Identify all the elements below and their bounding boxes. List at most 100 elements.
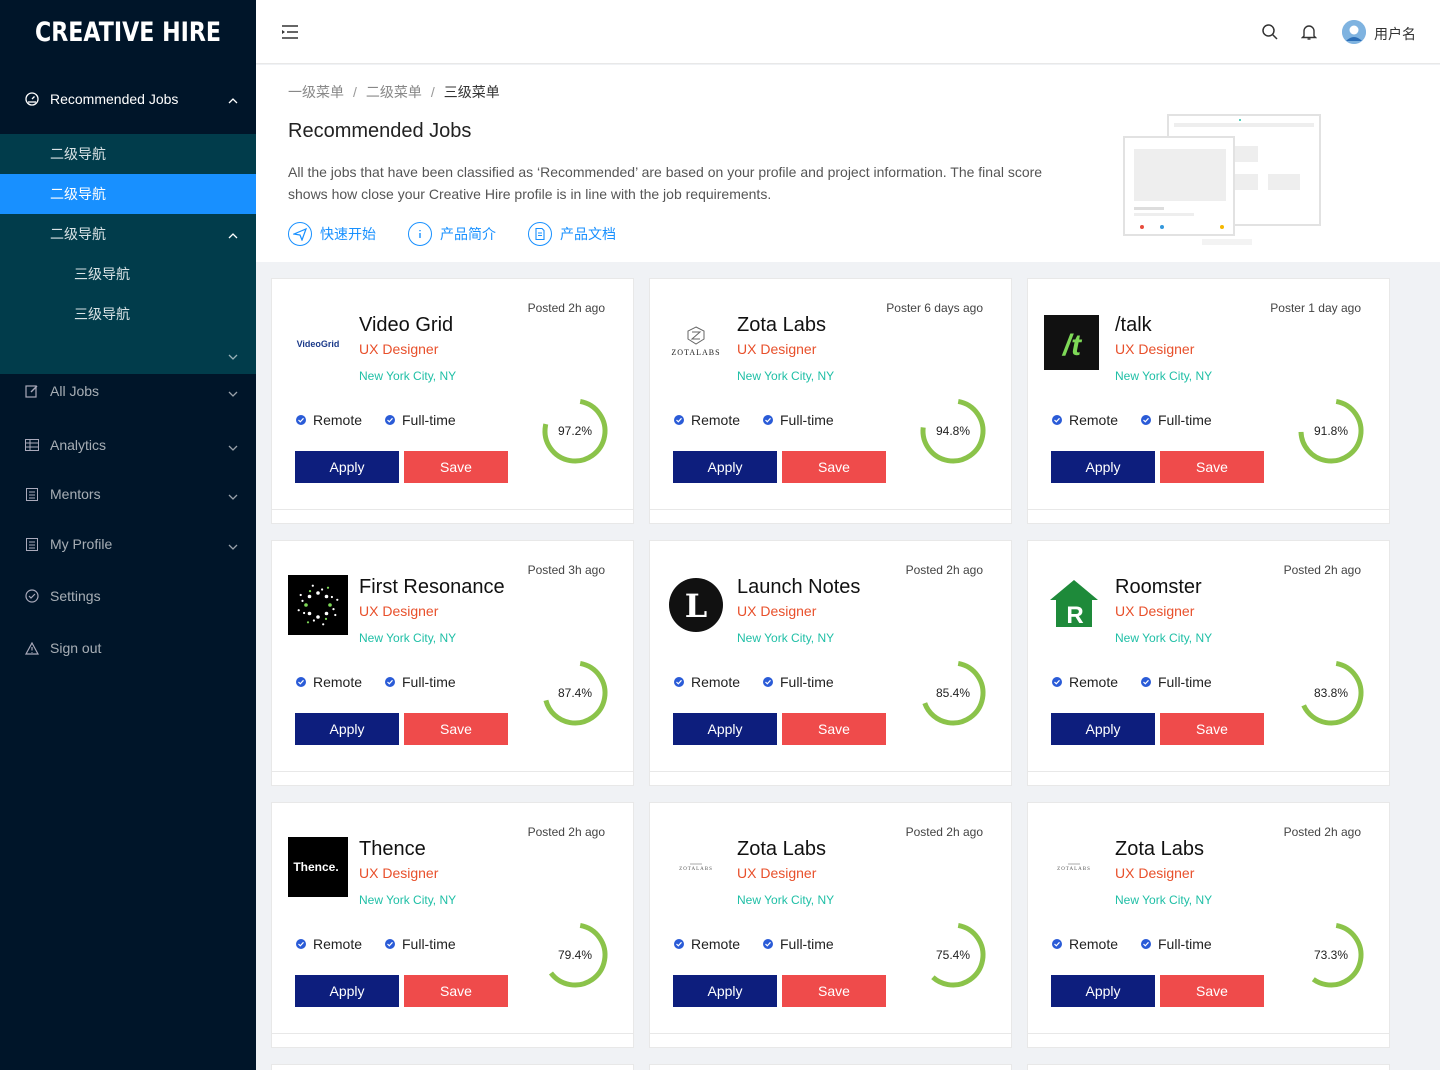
check-badge-icon: [763, 939, 773, 949]
sidebar-expand-more[interactable]: [0, 334, 256, 374]
card-footer: [272, 1033, 633, 1047]
company-name[interactable]: Zota Labs: [1115, 838, 1204, 861]
save-button[interactable]: Save: [782, 713, 886, 745]
remote-label: Remote: [313, 412, 363, 428]
apply-button[interactable]: Apply: [673, 451, 777, 483]
job-card[interactable]: Posted 3h ago First Resonance UX Designe…: [271, 540, 634, 786]
save-button[interactable]: Save: [1160, 975, 1264, 1007]
company-name[interactable]: Launch Notes: [737, 576, 860, 599]
job-card[interactable]: Poster 6 days ago ZOTALABS Zota Labs UX …: [649, 278, 1012, 524]
sidebar-third-level-item[interactable]: 三级导航: [0, 294, 256, 334]
fulltime-label: Full-time: [780, 674, 834, 690]
job-card[interactable]: Posted 2h ago L Launch Notes UX Designer…: [649, 540, 1012, 786]
quick-link-label: 产品文档: [560, 226, 616, 242]
sidebar-item-label: Settings: [50, 588, 101, 604]
sidebar-item-all-jobs[interactable]: All Jobs: [0, 371, 256, 411]
remote-label: Remote: [691, 412, 741, 428]
sidebar-item-mentors[interactable]: Mentors: [0, 474, 256, 514]
company-name[interactable]: Zota Labs: [737, 838, 826, 861]
company-logo: VideoGrid: [288, 313, 348, 373]
apply-button[interactable]: Apply: [673, 713, 777, 745]
apply-button[interactable]: Apply: [1051, 713, 1155, 745]
svg-text:R: R: [1066, 602, 1083, 629]
chevron-down-icon: [228, 538, 238, 554]
apply-button[interactable]: Apply: [295, 713, 399, 745]
fulltime-label: Full-time: [402, 936, 456, 952]
job-card[interactable]: Posted 2h ago ZOTALABS Zota Labs UX Desi…: [1027, 802, 1390, 1048]
company-name[interactable]: First Resonance: [359, 576, 505, 599]
save-button[interactable]: Save: [404, 713, 508, 745]
remote-label: Remote: [1069, 412, 1119, 428]
job-location: New York City, NY: [359, 369, 457, 383]
product-docs-link[interactable]: 产品文档: [528, 222, 616, 246]
company-name[interactable]: Thence: [359, 838, 426, 861]
sidebar-subitem[interactable]: 二级导航: [0, 134, 256, 174]
job-location: New York City, NY: [737, 631, 835, 645]
company-logo: [288, 575, 348, 635]
match-score: 97.2%: [557, 424, 593, 438]
sidebar-item-analytics[interactable]: Analytics: [0, 425, 256, 465]
posted-time: Posted 2h ago: [527, 825, 605, 839]
sidebar-subitem-expandable[interactable]: 二级导航: [0, 214, 256, 254]
sidebar-item-sign-out[interactable]: Sign out: [0, 628, 256, 668]
check-badge-icon: [674, 939, 684, 949]
remote-tag: Remote: [1052, 936, 1118, 952]
quick-link-label: 产品简介: [440, 226, 496, 242]
company-name[interactable]: Roomster: [1115, 576, 1202, 599]
posted-time: Posted 2h ago: [905, 825, 983, 839]
bell-icon[interactable]: [1300, 23, 1318, 46]
job-card[interactable]: Poster 1 day ago /t /talk UX Designer Ne…: [1027, 278, 1390, 524]
info-icon: [408, 222, 432, 246]
apply-button[interactable]: Apply: [295, 975, 399, 1007]
product-intro-link[interactable]: 产品简介: [408, 222, 496, 246]
save-button[interactable]: Save: [782, 451, 886, 483]
check-badge-icon: [674, 677, 684, 687]
company-logo: ZOTALABS: [1044, 837, 1104, 897]
match-score: 75.4%: [935, 948, 971, 962]
breadcrumb-item[interactable]: 一级菜单: [288, 84, 344, 100]
svg-text:/t: /t: [1061, 329, 1083, 362]
check-badge-icon: [1141, 677, 1151, 687]
apply-button[interactable]: Apply: [1051, 451, 1155, 483]
company-name[interactable]: /talk: [1115, 314, 1152, 337]
sidebar-item-settings[interactable]: Settings: [0, 576, 256, 616]
save-button[interactable]: Save: [782, 975, 886, 1007]
job-card[interactable]: Posted 2h ago VideoGrid Video Grid UX De…: [271, 278, 634, 524]
card-footer: [1028, 771, 1389, 785]
menu-fold-icon[interactable]: [280, 22, 300, 42]
search-icon[interactable]: [1261, 23, 1279, 46]
username[interactable]: 用户名: [1374, 24, 1416, 44]
apply-button[interactable]: Apply: [673, 975, 777, 1007]
remote-label: Remote: [691, 936, 741, 952]
warning-icon: [24, 640, 40, 656]
svg-text:ZOTALABS: ZOTALABS: [679, 867, 713, 872]
company-name[interactable]: Zota Labs: [737, 314, 826, 337]
sidebar-subitem-label: 三级导航: [74, 306, 130, 322]
sidebar-item-my-profile[interactable]: My Profile: [0, 524, 256, 564]
sidebar-subitem-active[interactable]: 二级导航: [0, 174, 256, 214]
job-card[interactable]: Posted 2h ago Thence. Thence UX Designer…: [271, 802, 634, 1048]
job-card-partial: [271, 1064, 634, 1070]
avatar[interactable]: [1342, 20, 1366, 44]
apply-button[interactable]: Apply: [295, 451, 399, 483]
save-button[interactable]: Save: [404, 451, 508, 483]
send-icon: [288, 222, 312, 246]
company-name[interactable]: Video Grid: [359, 314, 453, 337]
save-button[interactable]: Save: [1160, 713, 1264, 745]
breadcrumb-item[interactable]: 二级菜单: [366, 84, 422, 100]
page-description: All the jobs that have been classified a…: [288, 164, 1043, 202]
job-card[interactable]: Posted 2h ago R Roomster UX Designer New…: [1027, 540, 1390, 786]
sidebar-item-recommended-jobs[interactable]: Recommended Jobs: [0, 64, 256, 134]
job-card[interactable]: Posted 2h ago ZOTALABS Zota Labs UX Desi…: [649, 802, 1012, 1048]
check-badge-icon: [763, 677, 773, 687]
quick-start-link[interactable]: 快速开始: [288, 222, 376, 246]
svg-text:ZOTALABS: ZOTALABS: [1057, 867, 1091, 872]
brand-logo: CREATIVE HIRE: [34, 16, 222, 48]
check-badge-icon: [763, 415, 773, 425]
save-button[interactable]: Save: [404, 975, 508, 1007]
apply-button[interactable]: Apply: [1051, 975, 1155, 1007]
posted-time: Posted 2h ago: [1283, 563, 1361, 577]
save-button[interactable]: Save: [1160, 451, 1264, 483]
sidebar-third-level-item[interactable]: 三级导航: [0, 254, 256, 294]
sidebar-subitem-label: 三级导航: [74, 266, 130, 282]
